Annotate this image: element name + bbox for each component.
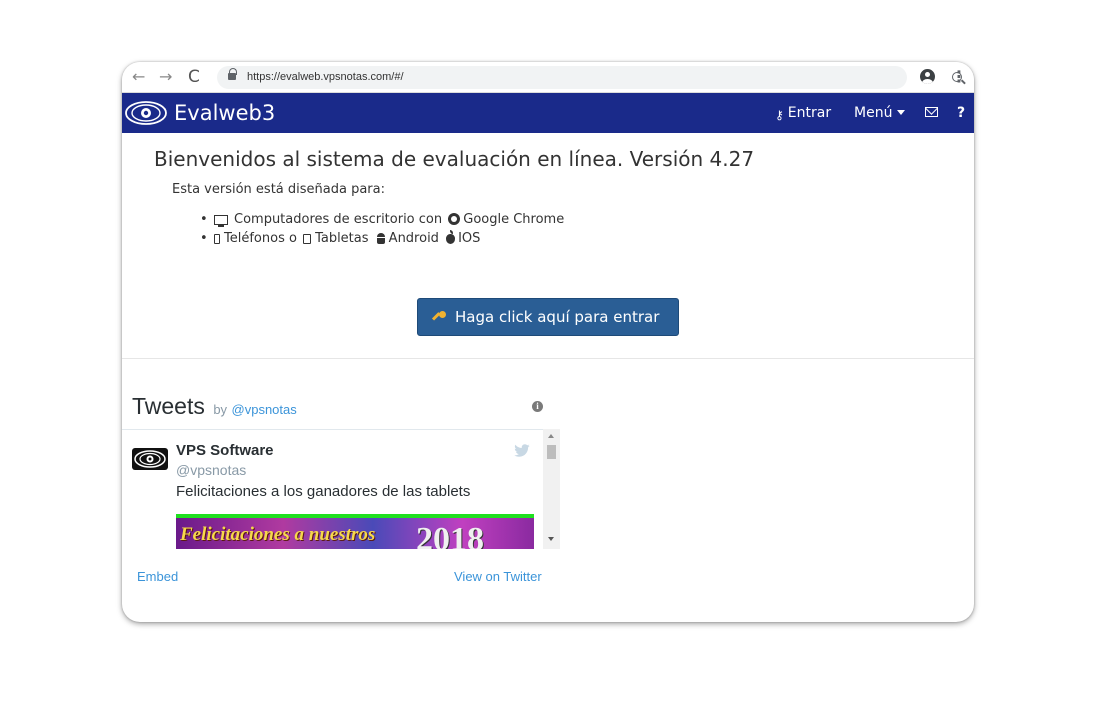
apple-icon xyxy=(446,230,456,244)
tweet-author-name[interactable]: VPS Software xyxy=(176,442,274,459)
twitter-bird-icon[interactable] xyxy=(513,444,531,458)
tweet-text: Felicitaciones a los ganadores de las ta… xyxy=(176,483,471,500)
enter-button[interactable]: Haga click aquí para entrar xyxy=(417,298,679,336)
desktop-text: Computadores de escritorio con xyxy=(234,212,443,227)
tweets-by: by xyxy=(213,402,228,417)
tablets-text: Tabletas xyxy=(315,231,369,246)
tweets-handle-link[interactable]: @vpsnotas xyxy=(232,402,297,417)
desktop-icon xyxy=(214,215,228,227)
list-item: Computadores de escritorio con Google Ch… xyxy=(200,210,564,229)
designed-for-text: Esta versión está diseñada para: xyxy=(172,182,385,197)
forward-arrow-icon[interactable]: → xyxy=(159,65,172,89)
avatar[interactable] xyxy=(132,448,168,470)
info-icon[interactable]: i xyxy=(532,401,543,412)
tablet-icon xyxy=(303,234,312,244)
android-text: Android xyxy=(388,231,439,246)
phones-text: Teléfonos o xyxy=(224,231,297,246)
list-item: Teléfonos o Tabletas Android IOS xyxy=(200,229,564,248)
eye-logo-icon xyxy=(125,101,167,125)
menu-kebab-icon[interactable]: ⋮ xyxy=(951,67,967,87)
android-icon xyxy=(376,233,386,244)
chrome-text: Google Chrome xyxy=(463,212,565,227)
profile-icon[interactable] xyxy=(920,69,935,84)
requirements-list: Computadores de escritorio con Google Ch… xyxy=(200,210,564,248)
key-icon xyxy=(432,311,446,325)
browser-toolbar: ← → C https://evalweb.vpsnotas.com/#/ ☆ … xyxy=(122,62,974,93)
tweet-author-handle[interactable]: @vpsnotas xyxy=(176,462,246,478)
scroll-up-icon[interactable] xyxy=(548,434,554,438)
ios-text: IOS xyxy=(458,231,481,246)
url-text: https://evalweb.vpsnotas.com/#/ xyxy=(247,71,404,83)
menu-label: Menú xyxy=(854,105,893,121)
tweet-image-year: 2018 xyxy=(416,521,484,549)
lock-icon xyxy=(228,68,237,82)
caret-down-icon xyxy=(897,110,906,115)
tweets-title: Tweets xyxy=(132,393,205,419)
key-icon: ⚷ xyxy=(775,108,784,122)
scroll-thumb[interactable] xyxy=(547,445,556,459)
brand-title[interactable]: Evalweb3 xyxy=(174,99,275,127)
tweet-image[interactable]: Felicitaciones a nuestros 2018 xyxy=(176,514,534,549)
view-on-twitter-link[interactable]: View on Twitter xyxy=(454,569,542,584)
timeline-scrollbar[interactable] xyxy=(543,429,560,549)
menu-dropdown[interactable]: Menú xyxy=(854,104,906,122)
phone-icon xyxy=(214,234,220,244)
tweet-timeline[interactable]: VPS Software @vpsnotas Felicitaciones a … xyxy=(122,429,560,549)
address-bar[interactable]: https://evalweb.vpsnotas.com/#/ ☆ xyxy=(217,66,962,89)
login-label: Entrar xyxy=(787,105,832,121)
mail-icon[interactable] xyxy=(925,107,938,117)
scroll-down-icon[interactable] xyxy=(548,537,554,541)
reload-icon[interactable]: C xyxy=(188,65,200,89)
tweets-header: Tweets by @vpsnotas xyxy=(132,393,297,420)
login-link[interactable]: ⚷ Entrar xyxy=(775,104,831,124)
app-navbar: Evalweb3 ⚷ Entrar Menú ? xyxy=(122,93,974,133)
divider xyxy=(122,358,974,359)
browser-window: ← → C https://evalweb.vpsnotas.com/#/ ☆ … xyxy=(122,62,974,622)
help-icon[interactable]: ? xyxy=(957,103,965,123)
enter-button-label: Haga click aquí para entrar xyxy=(455,308,660,326)
back-arrow-icon[interactable]: ← xyxy=(132,65,145,89)
welcome-heading: Bienvenidos al sistema de evaluación en … xyxy=(154,147,755,171)
embed-link[interactable]: Embed xyxy=(137,569,178,584)
chrome-icon xyxy=(448,213,461,225)
tweet-image-caption: Felicitaciones a nuestros xyxy=(180,524,376,545)
